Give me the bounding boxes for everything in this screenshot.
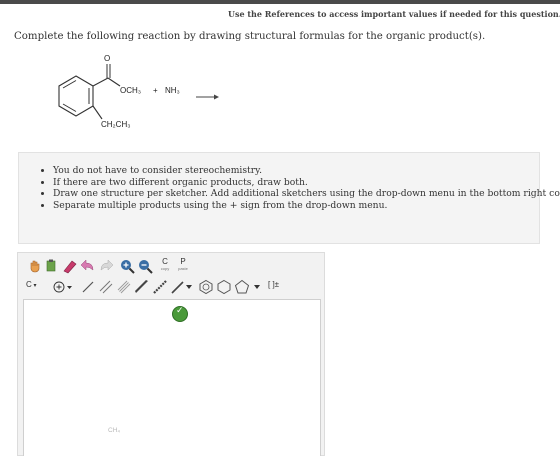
sketcher-toolbar-bottom: C ▾ []±	[22, 277, 322, 297]
copy-button-label: C	[162, 257, 168, 266]
reactant-structure-drawing	[58, 64, 219, 120]
cyclopentane-ring-icon[interactable]	[234, 279, 250, 295]
paste-button-caption: paste	[178, 266, 188, 271]
top-bar	[0, 0, 560, 4]
question-instruction: Complete the following reaction by drawi…	[14, 31, 486, 42]
references-note: Use the References to access important v…	[228, 9, 560, 19]
canvas-atom-label: CH₄	[108, 427, 121, 434]
triple-bond-icon[interactable]	[116, 279, 132, 295]
instructions-list: You do not have to consider stereochemis…	[19, 153, 560, 212]
element-selector[interactable]: C ▾	[26, 280, 44, 293]
hash-bond-icon[interactable]	[152, 279, 168, 295]
copy-button-caption: copy	[160, 266, 170, 271]
undo-icon[interactable]	[80, 259, 96, 273]
ok-checkmark-icon[interactable]	[172, 306, 188, 322]
ethyl-group-label: CH₂CH₃	[101, 120, 131, 129]
hint-plus-sign: Separate multiple products using the + s…	[53, 200, 539, 212]
drawing-canvas[interactable]: CH₄	[23, 299, 321, 456]
structure-sketcher: C copy P paste C ▾ []± CH₄ ✓	[17, 252, 325, 456]
zoom-in-icon[interactable]	[119, 258, 135, 274]
cyclohexane-ring-icon[interactable]	[216, 279, 232, 295]
sketcher-toolbar-top: C copy P paste	[22, 255, 322, 277]
charge-plus-icon[interactable]	[52, 280, 74, 294]
wedge-bond-icon[interactable]	[134, 279, 150, 295]
double-bond-icon[interactable]	[98, 279, 114, 295]
copy-button[interactable]: C copy	[159, 257, 171, 275]
carbonyl-oxygen-label: O	[104, 54, 111, 63]
hint-two-products: If there are two different organic produ…	[53, 177, 539, 189]
hand-move-icon[interactable]	[28, 259, 42, 273]
zoom-out-icon[interactable]	[137, 258, 153, 274]
bracket-tool[interactable]: [ ]±	[268, 280, 279, 289]
paste-button[interactable]: P paste	[176, 257, 190, 275]
benzene-ring-icon[interactable]	[198, 279, 214, 295]
methoxy-group-label: OCH₃	[120, 86, 142, 95]
lasso-select-icon[interactable]	[44, 259, 58, 273]
hint-stereochemistry: You do not have to consider stereochemis…	[53, 165, 539, 177]
bond-options-dropdown-icon[interactable]	[170, 279, 194, 295]
redo-icon[interactable]	[98, 259, 114, 273]
ammonia-label: NH₃	[165, 86, 180, 95]
ring-options-dropdown-icon[interactable]	[252, 281, 262, 293]
hint-one-structure: Draw one structure per sketcher. Add add…	[53, 188, 560, 200]
eraser-icon[interactable]	[62, 258, 78, 274]
instructions-box: You do not have to consider stereochemis…	[18, 152, 560, 244]
paste-button-label: P	[180, 257, 186, 266]
reaction-scheme: O OCH₃ + NH₃ CH₂CH₃	[40, 54, 240, 146]
plus-sign: +	[153, 86, 158, 95]
single-bond-icon[interactable]	[80, 279, 96, 295]
